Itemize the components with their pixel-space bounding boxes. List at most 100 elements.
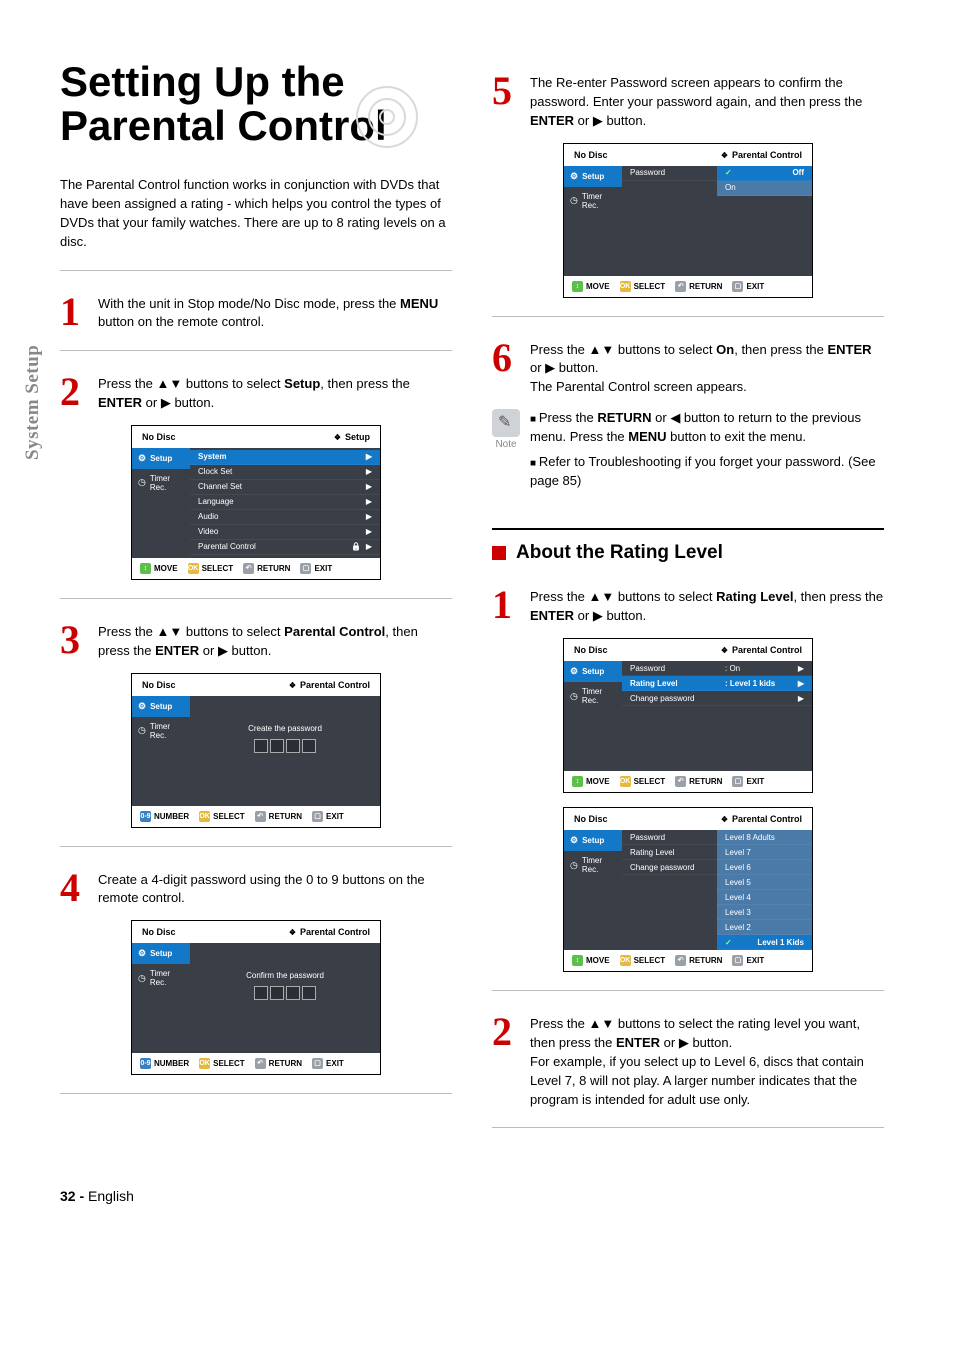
key-exit: ▢EXIT	[300, 563, 332, 574]
label: Rating Level	[630, 679, 678, 688]
pw-box	[286, 986, 300, 1000]
osd-footer: ↕MOVE OKSELECT ↶RETURN ▢EXIT	[564, 276, 812, 297]
text: With the unit in Stop mode/No Disc mode,…	[98, 296, 400, 311]
label: Timer Rec.	[582, 687, 616, 705]
key-icon: ▢	[300, 563, 311, 574]
confirm-password-label: Confirm the password	[190, 971, 380, 980]
key-select: OKSELECT	[620, 281, 666, 292]
key-icon: ▢	[312, 1058, 323, 1069]
osd-level-8: Level 8 Adults	[717, 830, 812, 845]
osd-footer: 0-9NUMBER OKSELECT ↶RETURN ▢EXIT	[132, 806, 380, 827]
step-text: Press the ▲▼ buttons to select Parental …	[98, 623, 452, 661]
text: Press the ▲▼ buttons to select	[530, 342, 716, 357]
gear-icon	[138, 453, 146, 464]
key-icon: ↕	[572, 281, 583, 292]
key-icon: ↶	[675, 776, 686, 787]
divider	[60, 846, 452, 847]
key-icon: ↶	[255, 811, 266, 822]
pw-box	[254, 986, 268, 1000]
page-title: Setting Up the Parental Control	[60, 60, 452, 148]
label: Setup	[150, 702, 172, 711]
key-move: ↕MOVE	[572, 776, 610, 787]
bold: ENTER	[827, 342, 871, 357]
osd-no-disc: No Disc	[574, 645, 608, 655]
pw-box	[302, 986, 316, 1000]
side-tab-label: System Setup	[22, 345, 44, 460]
label: Parental Control	[198, 542, 256, 551]
key-return: ↶RETURN	[675, 955, 722, 966]
gear-icon	[138, 948, 146, 959]
divider	[492, 990, 884, 991]
clock-icon	[570, 195, 578, 206]
step-text: With the unit in Stop mode/No Disc mode,…	[98, 295, 452, 333]
osd-password-label: Password	[622, 166, 717, 181]
text: or ▶ button.	[574, 113, 646, 128]
osd-main: Password Off On	[622, 166, 812, 276]
osd-side-timer: Timer Rec.	[564, 851, 622, 879]
osd-row-password: Password	[622, 661, 717, 676]
label: Timer Rec.	[150, 969, 184, 987]
osd-row-clockset: Clock Set▶	[190, 465, 380, 480]
text: or ▶ button.	[660, 1035, 732, 1050]
label: RETURN	[257, 564, 290, 573]
osd-level-3: Level 3	[717, 905, 812, 920]
osd-side-timer: Timer Rec.	[132, 469, 190, 497]
osd-footer: 0-9NUMBER OKSELECT ↶RETURN ▢EXIT	[132, 1053, 380, 1074]
label: Level 5	[725, 878, 751, 887]
osd-crumb: Parental Control	[721, 814, 802, 824]
rating-step-1: 1 Press the ▲▼ buttons to select Rating …	[492, 578, 884, 626]
chevron-right-icon: ▶	[366, 527, 372, 536]
label: Level 1 Kids	[757, 938, 804, 947]
label: Setup	[582, 836, 604, 845]
key-select: OKSELECT	[188, 563, 234, 574]
label: MOVE	[154, 564, 178, 573]
label: MOVE	[586, 956, 610, 965]
text: or ▶ button.	[142, 395, 214, 410]
chevron-right-icon: ▶	[366, 497, 372, 506]
key-icon: ↶	[675, 955, 686, 966]
key-icon: ↕	[140, 563, 151, 574]
page-number: 32 -	[60, 1188, 84, 1204]
bold: Rating Level	[716, 589, 793, 604]
chevron-right-icon: ▶	[798, 664, 804, 673]
step-3: 3 Press the ▲▼ buttons to select Parenta…	[60, 613, 452, 661]
osd-header: No Disc Parental Control	[132, 674, 380, 696]
text: , then press the	[320, 376, 410, 391]
page-language: English	[88, 1188, 134, 1204]
chevron-right-icon: ▶	[798, 694, 804, 703]
pw-box	[302, 739, 316, 753]
osd-center: Confirm the password	[190, 945, 380, 1018]
label: RETURN	[689, 956, 722, 965]
text: button on the remote control.	[98, 314, 264, 329]
osd-row-changepw: Change password	[622, 860, 717, 875]
key-icon: ↶	[243, 563, 254, 574]
osd-no-disc: No Disc	[574, 150, 608, 160]
osd-side-timer: Timer Rec.	[564, 187, 622, 215]
text: or ▶ button.	[530, 360, 599, 375]
osd-footer: ↕MOVE OKSELECT ↶RETURN ▢EXIT	[132, 558, 380, 579]
osd-crumb: Parental Control	[289, 680, 370, 690]
step-5: 5 The Re-enter Password screen appears t…	[492, 74, 884, 131]
step-number: 5	[492, 74, 520, 131]
step-text: Create a 4-digit password using the 0 to…	[98, 871, 452, 909]
osd-sidebar: Setup Timer Rec.	[564, 830, 622, 950]
osd-header: No Disc Parental Control	[564, 144, 812, 166]
text: or ▶ button.	[199, 643, 271, 658]
osd-create-password: No Disc Parental Control Setup Timer Rec…	[131, 673, 381, 828]
label: On	[725, 183, 736, 192]
osd-side-timer: Timer Rec.	[132, 964, 190, 992]
step-number: 3	[60, 623, 88, 661]
label: EXIT	[746, 777, 764, 786]
key-icon: ▢	[312, 811, 323, 822]
step-2: 2 Press the ▲▼ buttons to select Setup, …	[60, 365, 452, 413]
label: SELECT	[634, 956, 666, 965]
create-password-label: Create the password	[190, 724, 380, 733]
osd-level-1: Level 1 Kids	[717, 935, 812, 950]
label: RETURN	[689, 777, 722, 786]
text: , then press the	[793, 589, 883, 604]
label: Off	[792, 168, 804, 177]
osd-row-audio: Audio▶	[190, 510, 380, 525]
label: System	[198, 452, 226, 461]
key-exit: ▢EXIT	[312, 1058, 344, 1069]
step-text: Press the ▲▼ buttons to select Setup, th…	[98, 375, 452, 413]
